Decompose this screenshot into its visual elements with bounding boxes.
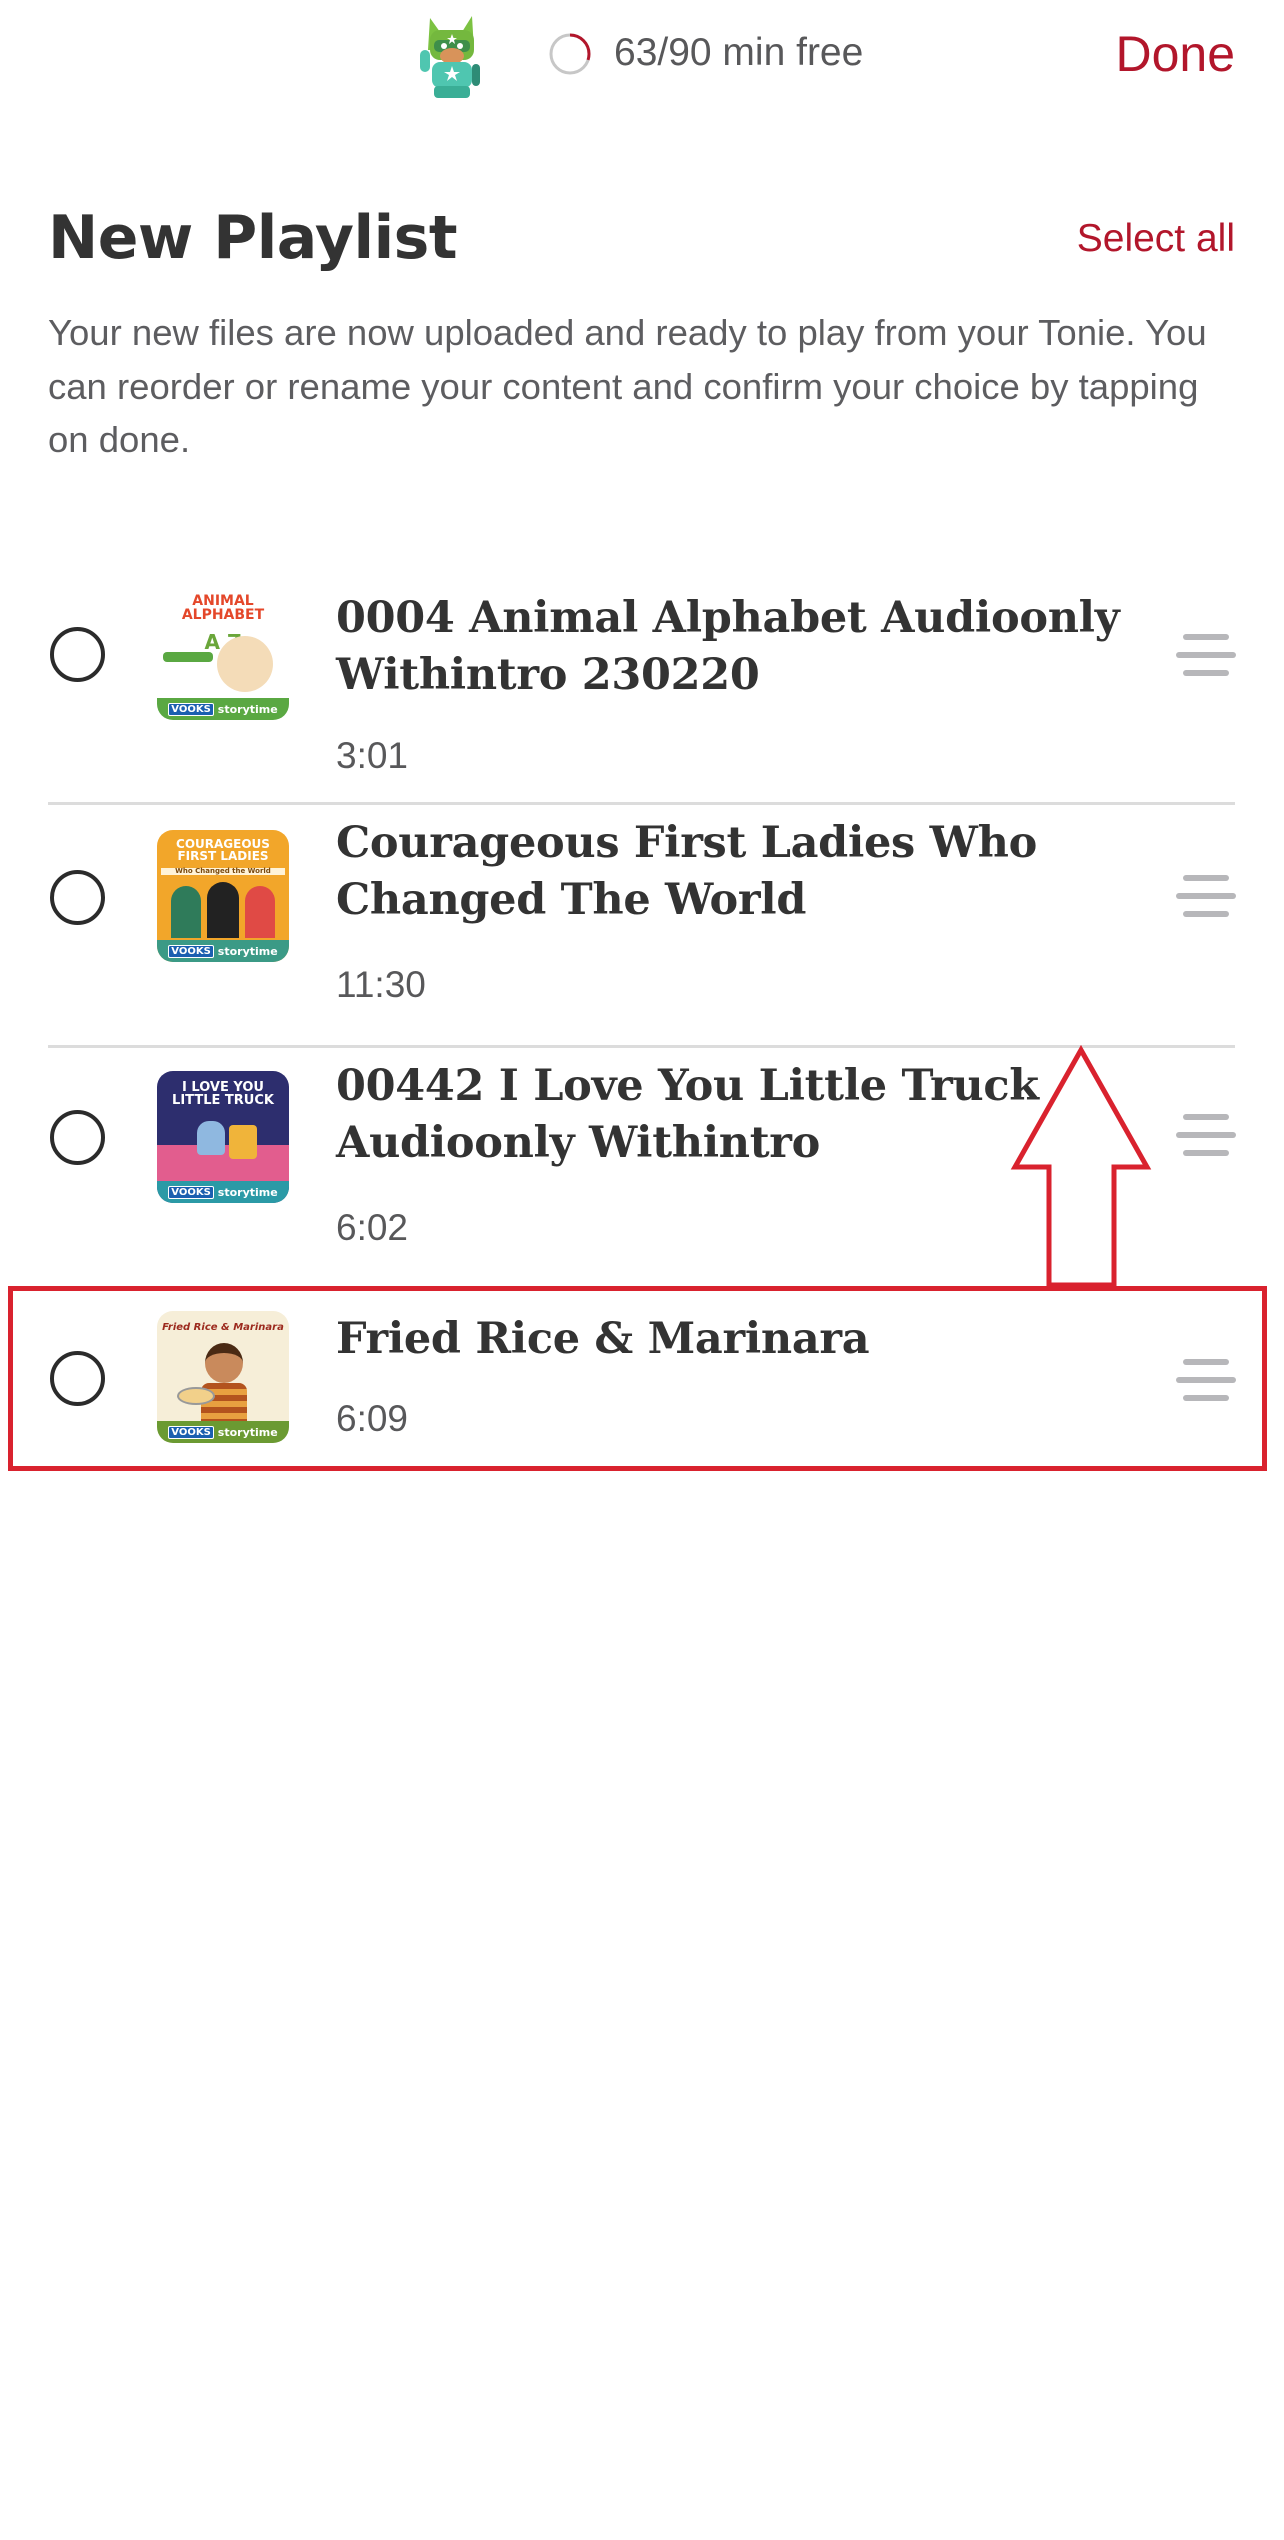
creative-tonie-figure-icon[interactable] <box>416 10 486 102</box>
thumbnail-artwork: ANIMAL ALPHABET A Z <box>157 588 289 698</box>
page-description: Your new files are now uploaded and read… <box>48 312 1207 460</box>
storage-free-label: 63/90 min free <box>614 31 864 74</box>
playlist-item[interactable]: COURAGEOUS FIRST LADIES Who Changed the … <box>48 805 1236 1045</box>
item-select-checkbox[interactable] <box>50 1110 105 1165</box>
thumbnail-brand-band: VOOKS storytime <box>157 698 289 720</box>
thumbnail-brand-band: VOOKS storytime <box>157 1421 289 1443</box>
item-duration: 11:30 <box>336 964 426 1005</box>
drag-handle-icon[interactable] <box>1176 874 1236 918</box>
item-cover-thumbnail: I LOVE YOU LITTLE TRUCK VOOKS storytime <box>157 1071 289 1203</box>
item-title[interactable]: 0004 Animal Alphabet Audioonly Withintro… <box>336 590 1156 704</box>
storage-progress-ring <box>548 32 592 76</box>
item-cover-thumbnail: Fried Rice & Marinara VOOKS storytime <box>157 1311 289 1443</box>
page-title: New Playlist <box>48 203 458 273</box>
thumbnail-artwork: I LOVE YOU LITTLE TRUCK <box>157 1071 289 1181</box>
thumbnail-subtitle: Who Changed the World <box>161 868 285 875</box>
drag-handle-icon[interactable] <box>1176 1113 1236 1157</box>
thumbnail-artwork: COURAGEOUS FIRST LADIES Who Changed the … <box>157 830 289 940</box>
thumbnail-title: Fried Rice & Marinara <box>162 1322 284 1333</box>
item-select-checkbox[interactable] <box>50 1351 105 1406</box>
item-title[interactable]: Courageous First Ladies Who Changed The … <box>336 815 1156 929</box>
item-select-checkbox[interactable] <box>50 627 105 682</box>
thumbnail-brand-band: VOOKS storytime <box>157 1181 289 1203</box>
thumbnail-artwork: Fried Rice & Marinara <box>157 1311 289 1421</box>
playlist-item[interactable]: Fried Rice & Marinara VOOKS storytime Fri… <box>48 1291 1236 1467</box>
playlist-item[interactable]: ANIMAL ALPHABET A Z VOOKS storytime 0004 … <box>48 570 1236 803</box>
thumbnail-brand-band: VOOKS storytime <box>157 940 289 962</box>
select-all-button[interactable]: Select all <box>1077 215 1235 263</box>
item-duration: 3:01 <box>336 735 409 776</box>
thumbnail-title: ANIMAL ALPHABET <box>181 593 265 623</box>
item-select-checkbox[interactable] <box>50 870 105 925</box>
thumbnail-title: I LOVE YOU LITTLE TRUCK <box>172 1080 274 1108</box>
item-duration: 6:09 <box>336 1398 409 1439</box>
item-title[interactable]: Fried Rice & Marinara <box>336 1311 1156 1368</box>
item-title[interactable]: 00442 I Love You Little Truck Audioonly … <box>336 1058 1156 1172</box>
drag-handle-icon[interactable] <box>1176 633 1236 677</box>
drag-handle-icon[interactable] <box>1176 1358 1236 1402</box>
item-cover-thumbnail: COURAGEOUS FIRST LADIES Who Changed the … <box>157 830 289 962</box>
item-cover-thumbnail: ANIMAL ALPHABET A Z VOOKS storytime <box>157 588 289 720</box>
done-button[interactable]: Done <box>1115 24 1235 84</box>
thumbnail-title: COURAGEOUS FIRST LADIES <box>176 837 270 863</box>
item-duration: 6:02 <box>336 1207 409 1248</box>
playlist-item[interactable]: I LOVE YOU LITTLE TRUCK VOOKS storytime 0… <box>48 1048 1236 1286</box>
